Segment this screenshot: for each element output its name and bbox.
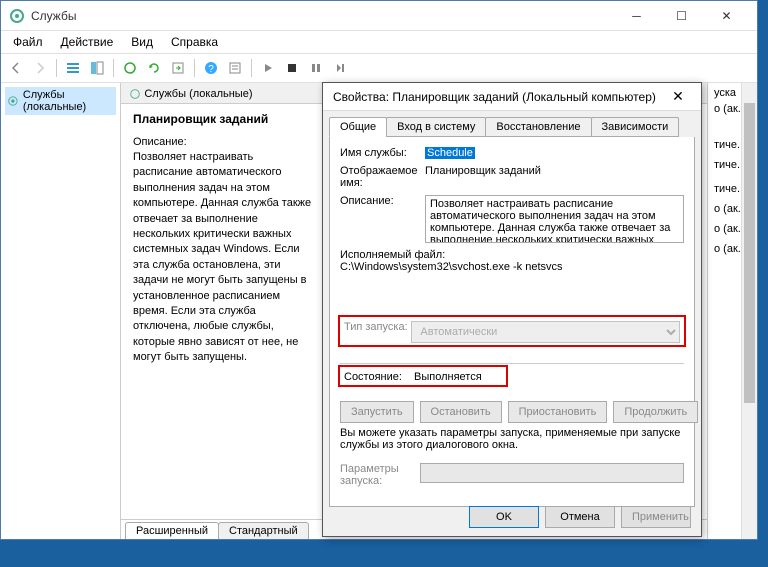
back-button[interactable] bbox=[5, 57, 27, 79]
services-icon bbox=[9, 8, 25, 24]
tab-dependencies[interactable]: Зависимости bbox=[591, 117, 680, 137]
stop-service-button[interactable] bbox=[281, 57, 303, 79]
refresh-button[interactable] bbox=[143, 57, 165, 79]
scrollbar-thumb[interactable] bbox=[744, 103, 755, 403]
service-name-value: Schedule bbox=[425, 147, 475, 159]
params-label: Параметры запуска: bbox=[340, 463, 420, 487]
description-text: Позволяет настраивать расписание автомат… bbox=[133, 150, 313, 365]
display-name-label: Отображаемое имя: bbox=[340, 165, 425, 189]
svg-text:?: ? bbox=[208, 64, 214, 75]
highlight-startup-type: Тип запуска: Автоматически bbox=[338, 315, 686, 347]
exe-label: Исполняемый файл: bbox=[340, 249, 684, 261]
pause-button[interactable]: Приостановить bbox=[508, 401, 608, 423]
startup-type-select[interactable]: Автоматически bbox=[411, 321, 680, 343]
dialog-close-button[interactable]: ✕ bbox=[665, 84, 691, 110]
startup-type-label: Тип запуска: bbox=[344, 321, 411, 333]
params-input[interactable] bbox=[420, 463, 684, 483]
refresh-group-button[interactable] bbox=[119, 57, 141, 79]
tab-extended[interactable]: Расширенный bbox=[125, 522, 219, 539]
menu-help[interactable]: Справка bbox=[163, 33, 226, 51]
view-list-button[interactable] bbox=[62, 57, 84, 79]
service-name-label: Имя службы: bbox=[340, 147, 425, 159]
stop-button[interactable]: Остановить bbox=[420, 401, 502, 423]
tab-standard[interactable]: Стандартный bbox=[218, 522, 309, 539]
gear-icon bbox=[129, 88, 141, 100]
restart-service-button[interactable] bbox=[329, 57, 351, 79]
minimize-button[interactable]: ─ bbox=[614, 2, 659, 30]
menu-file[interactable]: Файл bbox=[5, 33, 51, 51]
cancel-button[interactable]: Отмена bbox=[545, 506, 615, 528]
view-detail-button[interactable] bbox=[86, 57, 108, 79]
close-button[interactable]: ✕ bbox=[704, 2, 749, 30]
exe-path: C:\Windows\system32\svchost.exe -k netsv… bbox=[340, 261, 684, 273]
tab-general[interactable]: Общие bbox=[329, 117, 387, 137]
tree-label: Службы (локальные) bbox=[23, 89, 114, 113]
dialog-content: Имя службы: Schedule Отображаемое имя: П… bbox=[329, 137, 695, 507]
panel-header-text: Службы (локальные) bbox=[144, 88, 252, 100]
menu-action[interactable]: Действие bbox=[53, 33, 122, 51]
properties-button[interactable] bbox=[224, 57, 246, 79]
properties-dialog: Свойства: Планировщик заданий (Локальный… bbox=[322, 82, 702, 537]
tree-services-local[interactable]: Службы (локальные) bbox=[5, 87, 116, 115]
description-label: Описание: bbox=[340, 195, 425, 207]
menu-view[interactable]: Вид bbox=[123, 33, 161, 51]
resume-button[interactable]: Продолжить bbox=[613, 401, 698, 423]
display-name-value: Планировщик заданий bbox=[425, 165, 684, 177]
dialog-title: Свойства: Планировщик заданий (Локальный… bbox=[333, 90, 665, 104]
help-button[interactable]: ? bbox=[200, 57, 222, 79]
state-label: Состояние: bbox=[344, 371, 414, 383]
start-button[interactable]: Запустить bbox=[340, 401, 414, 423]
dialog-titlebar[interactable]: Свойства: Планировщик заданий (Локальный… bbox=[323, 83, 701, 111]
state-value: Выполняется bbox=[414, 371, 482, 383]
tab-recovery[interactable]: Восстановление bbox=[485, 117, 591, 137]
forward-button[interactable] bbox=[29, 57, 51, 79]
highlight-service-state: Состояние: Выполняется bbox=[338, 365, 508, 387]
window-title: Службы bbox=[31, 9, 614, 23]
maximize-button[interactable]: ☐ bbox=[659, 2, 704, 30]
export-button[interactable] bbox=[167, 57, 189, 79]
dialog-tabs: Общие Вход в систему Восстановление Зави… bbox=[323, 111, 701, 137]
description-box[interactable]: Позволяет настраивать расписание автомат… bbox=[425, 195, 684, 243]
params-note: Вы можете указать параметры запуска, при… bbox=[340, 427, 684, 451]
start-service-button[interactable] bbox=[257, 57, 279, 79]
dialog-footer: OK Отмена Применить bbox=[469, 506, 691, 528]
pause-service-button[interactable] bbox=[305, 57, 327, 79]
toolbar: ? bbox=[1, 53, 757, 83]
tree-panel: Службы (локальные) bbox=[1, 83, 121, 539]
ok-button[interactable]: OK bbox=[469, 506, 539, 528]
menubar: Файл Действие Вид Справка bbox=[1, 31, 757, 53]
gear-icon bbox=[7, 94, 19, 108]
vertical-scrollbar[interactable] bbox=[741, 83, 757, 539]
titlebar[interactable]: Службы ─ ☐ ✕ bbox=[1, 1, 757, 31]
apply-button[interactable]: Применить bbox=[621, 506, 691, 528]
tab-logon[interactable]: Вход в систему bbox=[386, 117, 486, 137]
